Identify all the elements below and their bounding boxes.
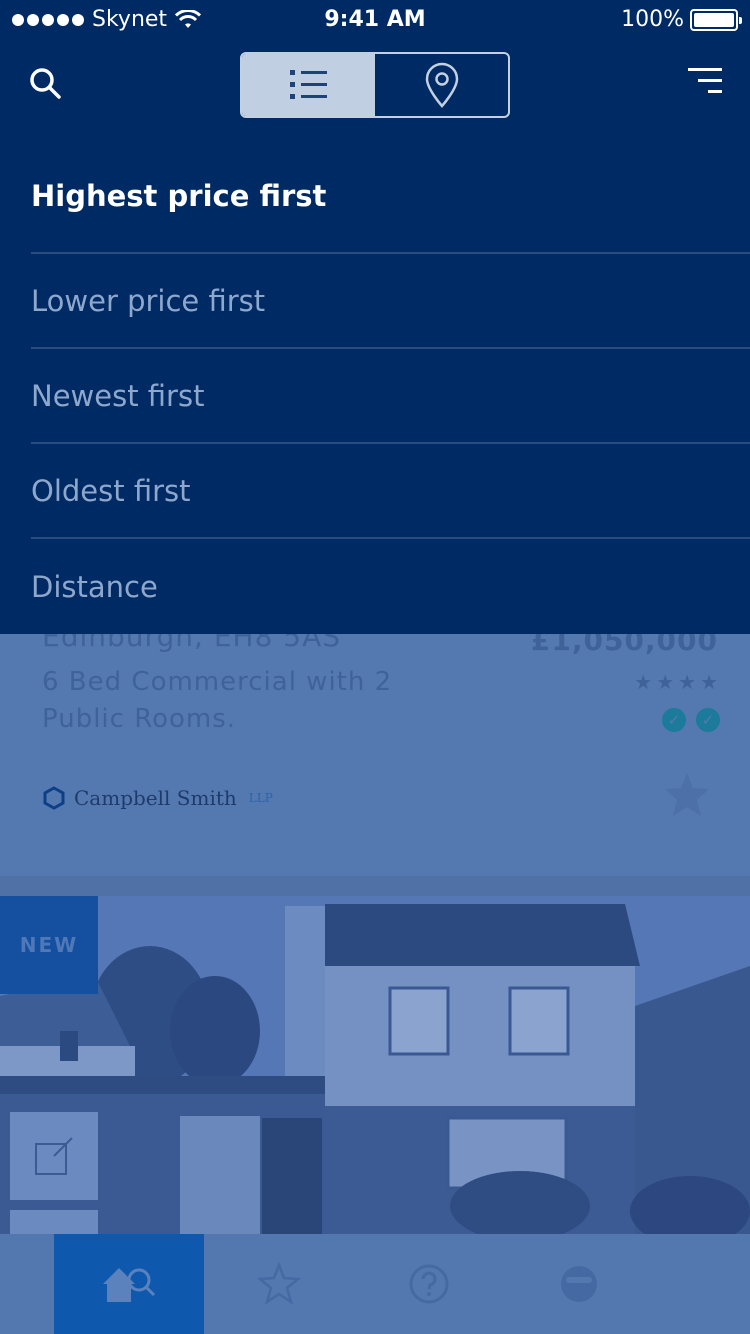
sort-filter-icon [688, 68, 722, 93]
search-icon [30, 68, 61, 99]
map-pin-icon [425, 62, 458, 108]
profile-icon [561, 1266, 597, 1302]
agent-name: Campbell Smith [74, 786, 237, 810]
tab-help[interactable] [354, 1234, 504, 1334]
tab-home-search[interactable] [54, 1234, 204, 1334]
expand-icon [35, 1137, 73, 1175]
sort-option-lower-price[interactable]: Lower price first [31, 254, 750, 349]
agent-hexagon-icon [43, 786, 65, 810]
sort-option-highest-price[interactable]: Highest price first [31, 140, 750, 254]
new-badge: NEW [0, 896, 98, 994]
star-icon: ★ [656, 670, 675, 694]
tab-profile[interactable] [504, 1234, 654, 1334]
agent-suffix: LLP [248, 791, 273, 805]
view-toggle [240, 52, 510, 118]
star-icon: ★ [700, 670, 718, 694]
rating-stars: ★ ★ ★ ★ [634, 670, 718, 694]
listing-description: 6 Bed Commercial with 2 Public Rooms. [42, 667, 393, 734]
top-navigation-bar [0, 40, 750, 140]
status-bar: Skynet 9:41 AM 100% [0, 0, 750, 40]
favourite-star-icon[interactable] [662, 770, 712, 820]
verified-badges: ✓ ✓ [662, 708, 720, 732]
sort-option-oldest[interactable]: Oldest first [31, 444, 750, 539]
battery-status: 100% [621, 7, 742, 32]
star-icon: ★ [634, 670, 653, 694]
property-photo[interactable]: NEW [0, 896, 750, 1234]
list-view-tab[interactable] [242, 54, 375, 116]
battery-icon [690, 8, 742, 31]
card-separator [0, 876, 750, 896]
list-view-icon [289, 70, 327, 99]
sort-filter-button[interactable] [684, 66, 724, 100]
tab-favourites[interactable] [204, 1234, 354, 1334]
sort-menu: Highest price first Lower price first Ne… [0, 140, 750, 634]
bottom-tab-bar [0, 1234, 750, 1334]
sort-option-newest[interactable]: Newest first [31, 349, 750, 444]
check-icon: ✓ [696, 708, 720, 732]
star-icon [257, 1262, 301, 1305]
photo-thumbnail-button-2[interactable] [10, 1210, 98, 1234]
photo-thumbnail-button[interactable] [10, 1112, 98, 1200]
house-image [0, 896, 750, 1234]
help-icon [409, 1264, 449, 1304]
check-icon: ✓ [662, 708, 686, 732]
star-icon: ★ [678, 670, 697, 694]
agent-logo: Campbell Smith LLP [42, 786, 273, 810]
sort-option-distance[interactable]: Distance [31, 539, 750, 634]
home-search-icon [103, 1268, 156, 1302]
listing-card[interactable]: Edinburgh, EH8 5AS £1,050,000 6 Bed Comm… [0, 620, 750, 876]
search-button[interactable] [26, 64, 66, 104]
battery-percent: 100% [621, 7, 684, 32]
map-view-tab[interactable] [375, 54, 508, 116]
